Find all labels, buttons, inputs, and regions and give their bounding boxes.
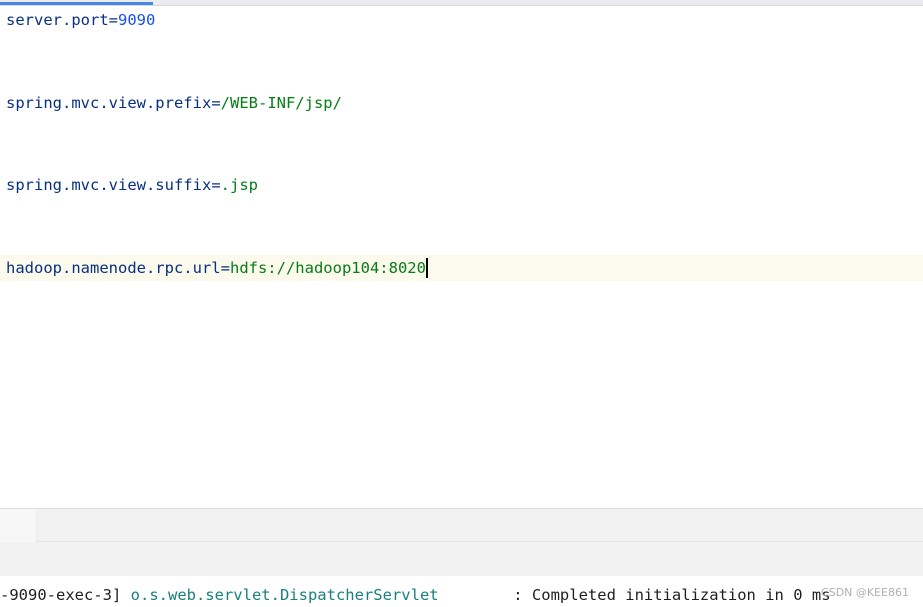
watermark: CSDN @KEE861 — [821, 586, 909, 599]
equals-sign: = — [211, 176, 221, 194]
code-line-1[interactable]: server.port=9090 — [0, 7, 923, 33]
console-thread: -9090-exec-3] — [0, 586, 131, 604]
code-line-10-current[interactable]: hadoop.namenode.rpc.url=hdfs://hadoop104… — [0, 255, 923, 281]
code-editor[interactable]: server.port=9090 spring.mvc.view.prefix=… — [0, 6, 923, 508]
property-key: spring.mvc.view.prefix — [6, 94, 212, 112]
tool-window-header — [0, 542, 923, 576]
editor-bottom-toolbar — [0, 508, 923, 542]
toolbar-gutter-cell — [0, 509, 37, 542]
property-value: /WEB-INF/jsp/ — [220, 94, 342, 112]
equals-sign: = — [211, 94, 221, 112]
property-key: hadoop.namenode.rpc.url — [6, 259, 221, 277]
code-line-7[interactable]: spring.mvc.view.suffix=.jsp — [0, 172, 923, 198]
equals-sign: = — [108, 11, 118, 29]
property-key: spring.mvc.view.suffix — [6, 176, 212, 194]
text-caret — [425, 257, 428, 278]
equals-sign: = — [220, 259, 230, 277]
property-value: .jsp — [220, 176, 258, 194]
active-tab-indicator — [0, 2, 153, 5]
console-message: : Completed initialization in 0 ms — [438, 586, 831, 604]
property-key: server.port — [6, 11, 109, 29]
property-value: hdfs://hadoop104:8020 — [229, 259, 426, 277]
run-console-output[interactable]: -9090-exec-3] o.s.web.servlet.Dispatcher… — [0, 576, 923, 607]
console-logger-link[interactable]: o.s.web.servlet.DispatcherServlet — [131, 586, 439, 604]
property-value: 9090 — [118, 11, 156, 29]
code-line-4[interactable]: spring.mvc.view.prefix=/WEB-INF/jsp/ — [0, 90, 923, 116]
